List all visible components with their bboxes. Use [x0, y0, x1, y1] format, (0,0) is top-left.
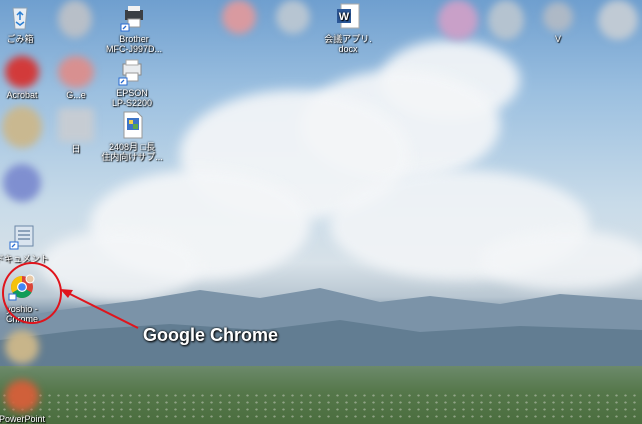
annotation-arrow	[60, 289, 139, 329]
annotation-label: Google Chrome	[143, 325, 279, 345]
